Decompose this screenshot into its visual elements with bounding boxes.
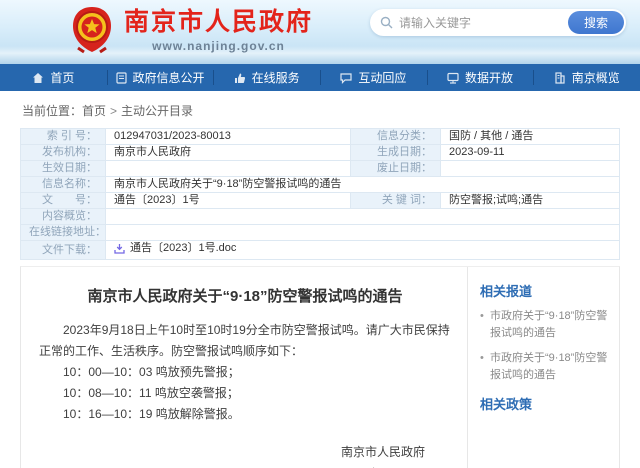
chat-icon <box>340 72 352 84</box>
summary-label: 内容概览： <box>21 209 106 225</box>
nav-item-interaction[interactable]: 互动回应 <box>320 64 427 91</box>
monitor-icon <box>447 72 459 84</box>
publisher-label: 发布机构： <box>21 145 106 161</box>
breadcrumb: 当前位置：首页 > 主动公开目录 <box>0 91 640 128</box>
table-row: 内容概览： <box>21 209 620 225</box>
article-paragraph: 2023年9月18日上午10时至10时19分全市防空警报试鸣。请广大市民保持正常… <box>39 320 451 362</box>
table-row: 生效日期： 废止日期： <box>21 161 620 177</box>
nav-item-online-services[interactable]: 在线服务 <box>213 64 320 91</box>
signature-org: 南京市人民政府 <box>39 441 425 463</box>
nav-label: 在线服务 <box>252 69 300 86</box>
content-panel: 南京市人民政府关于“9·18”防空警报试鸣的通告 2023年9月18日上午10时… <box>20 266 620 468</box>
list-item[interactable]: 市政府关于“9·18”防空警报试鸣的通告 <box>480 308 611 342</box>
file-download-link[interactable]: 通告〔2023〕1号.doc <box>114 242 236 255</box>
thumbs-up-icon <box>234 72 246 84</box>
site-title: 南京市人民政府 <box>124 7 313 37</box>
publisher-value: 南京市人民政府 <box>106 145 351 161</box>
table-row: 索 引 号： 012947031/2023-80013 信息分类： 国防 / 其… <box>21 129 620 145</box>
site-header: 南京市人民政府 www.nanjing.gov.cn 搜索 <box>0 0 640 64</box>
breadcrumb-home-link[interactable]: 首页 <box>82 104 106 118</box>
nav-label: 首页 <box>50 69 74 86</box>
national-emblem-logo <box>70 6 114 54</box>
nav-item-city-overview[interactable]: 南京概览 <box>533 64 640 91</box>
index-no-label: 索 引 号： <box>21 129 106 145</box>
doc-no-value: 通告〔2023〕1号 <box>106 193 351 209</box>
schedule-line: 10：08—10：11 鸣放空袭警报； <box>39 383 451 404</box>
category-label: 信息分类： <box>351 129 441 145</box>
info-meta-table: 索 引 号： 012947031/2023-80013 信息分类： 国防 / 其… <box>20 128 620 260</box>
effective-date-value <box>106 161 351 177</box>
abolish-date-value <box>441 161 620 177</box>
home-icon <box>32 72 44 84</box>
download-file-name: 通告〔2023〕1号.doc <box>130 242 236 255</box>
gen-date-label: 生成日期： <box>351 145 441 161</box>
related-sidebar: 相关报道 市政府关于“9·18”防空警报试鸣的通告 市政府关于“9·18”防空警… <box>467 267 619 468</box>
keywords-label: 关 键 词： <box>351 193 441 209</box>
building-icon <box>554 72 566 84</box>
table-row: 信息名称： 南京市人民政府关于“9·18”防空警报试鸣的通告 <box>21 177 620 193</box>
breadcrumb-separator: > <box>110 104 117 118</box>
search-bar: 搜索 <box>370 9 626 36</box>
table-row: 发布机构： 南京市人民政府 生成日期： 2023-09-11 <box>21 145 620 161</box>
download-icon <box>114 243 125 254</box>
search-button[interactable]: 搜索 <box>568 11 624 34</box>
signature-date: 2023年9月11日 <box>39 463 425 468</box>
related-news-list: 市政府关于“9·18”防空警报试鸣的通告 市政府关于“9·18”防空警报试鸣的通… <box>480 308 611 384</box>
table-row: 文 号： 通告〔2023〕1号 关 键 词： 防空警报;试鸣;通告 <box>21 193 620 209</box>
site-brand[interactable]: 南京市人民政府 www.nanjing.gov.cn <box>70 6 313 54</box>
breadcrumb-current: 主动公开目录 <box>121 104 193 118</box>
related-policy-heading[interactable]: 相关政策 <box>480 394 611 413</box>
keywords-value: 防空警报;试鸣;通告 <box>441 193 620 209</box>
document-icon <box>116 72 127 84</box>
article: 南京市人民政府关于“9·18”防空警报试鸣的通告 2023年9月18日上午10时… <box>21 267 467 468</box>
search-icon <box>380 16 393 29</box>
nav-item-gov-info[interactable]: 政府信息公开 <box>107 64 214 91</box>
search-input[interactable] <box>399 16 568 30</box>
nav-label: 南京概览 <box>572 69 620 86</box>
main-nav: 首页 政府信息公开 在线服务 互动回应 数据开放 南京概览 <box>0 64 640 91</box>
online-link-value <box>106 225 620 241</box>
nav-label: 政府信息公开 <box>133 69 205 86</box>
site-url: www.nanjing.gov.cn <box>124 39 313 53</box>
doc-no-label: 文 号： <box>21 193 106 209</box>
nav-item-home[interactable]: 首页 <box>0 64 107 91</box>
online-link-label: 在线链接地址： <box>21 225 106 241</box>
download-label: 文件下载： <box>21 241 106 260</box>
effective-date-label: 生效日期： <box>21 161 106 177</box>
abolish-date-label: 废止日期： <box>351 161 441 177</box>
gen-date-value: 2023-09-11 <box>441 145 620 161</box>
related-news-heading[interactable]: 相关报道 <box>480 281 611 300</box>
article-title: 南京市人民政府关于“9·18”防空警报试鸣的通告 <box>39 285 451 306</box>
schedule-line: 10：00—10：03 鸣放预先警报； <box>39 362 451 383</box>
schedule-line: 10：16—10：19 鸣放解除警报。 <box>39 404 451 425</box>
breadcrumb-prefix: 当前位置： <box>22 104 82 118</box>
index-no-value: 012947031/2023-80013 <box>106 129 351 145</box>
nav-item-open-data[interactable]: 数据开放 <box>427 64 534 91</box>
table-row: 文件下载： 通告〔2023〕1号.doc <box>21 241 620 260</box>
nav-label: 数据开放 <box>465 69 513 86</box>
summary-value <box>106 209 620 225</box>
table-row: 在线链接地址： <box>21 225 620 241</box>
signature-block: 南京市人民政府 2023年9月11日 <box>39 441 451 468</box>
list-item[interactable]: 市政府关于“9·18”防空警报试鸣的通告 <box>480 350 611 384</box>
info-name-value: 南京市人民政府关于“9·18”防空警报试鸣的通告 <box>106 177 620 193</box>
category-value: 国防 / 其他 / 通告 <box>441 129 620 145</box>
nav-label: 互动回应 <box>358 69 406 86</box>
info-name-label: 信息名称： <box>21 177 106 193</box>
